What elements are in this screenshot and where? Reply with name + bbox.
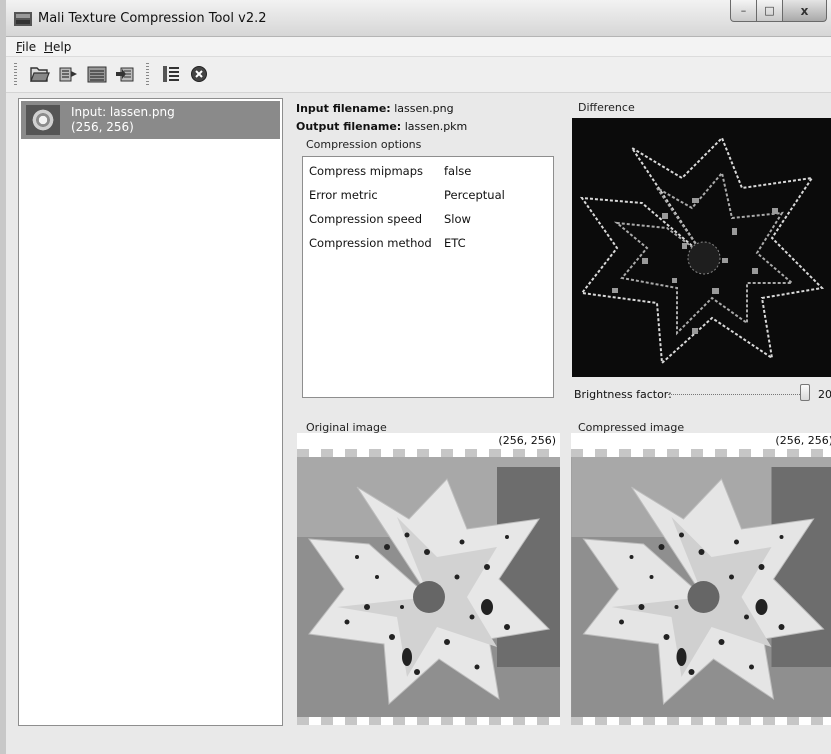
menu-help[interactable]: Help <box>44 40 71 54</box>
input-filename-label: Input filename: <box>296 102 391 115</box>
original-image <box>297 457 560 717</box>
input-filename-line: Input filename: lassen.png <box>296 102 454 115</box>
difference-title: Difference <box>576 101 637 114</box>
minimize-button[interactable]: – <box>730 0 757 22</box>
option-value-method[interactable]: ETC <box>444 236 466 250</box>
menu-file[interactable]: File <box>16 40 36 54</box>
option-name-method: Compression method <box>309 236 432 250</box>
menu-help-label: elp <box>53 40 72 54</box>
option-value-error-metric[interactable]: Perceptual <box>444 188 505 202</box>
list-settings-icon[interactable] <box>160 63 182 85</box>
menu-bar: File Help <box>6 37 831 57</box>
compression-options-title: Compression options <box>304 138 424 151</box>
title-bar[interactable]: Mali Texture Compression Tool v2.2 – □ x <box>6 0 831 37</box>
list-item[interactable]: Input: lassen.png (256, 256) <box>21 101 280 139</box>
checker-border-bottom <box>297 717 560 725</box>
checker-border-top <box>571 449 831 457</box>
checker-border-top <box>297 449 560 457</box>
list-item-name: Input: lassen.png <box>71 105 175 119</box>
thumbnail-image <box>26 105 60 135</box>
output-filename-line: Output filename: lassen.pkm <box>296 120 467 133</box>
output-filename-label: Output filename: <box>296 120 402 133</box>
brightness-slider[interactable] <box>668 394 808 395</box>
app-icon <box>14 12 32 26</box>
toolbar <box>6 57 831 93</box>
menu-file-label: ile <box>22 40 37 54</box>
window-title: Mali Texture Compression Tool v2.2 <box>38 11 267 26</box>
original-image-panel: (256, 256) <box>297 433 560 725</box>
maximize-button[interactable]: □ <box>757 0 783 22</box>
compression-options-table[interactable]: Compress mipmaps false Error metric Perc… <box>302 156 554 398</box>
compress-icon[interactable] <box>58 63 80 85</box>
brightness-slider-handle[interactable] <box>800 384 810 401</box>
toolbar-grip[interactable] <box>14 63 17 87</box>
original-image-size: (256, 256) <box>498 434 556 447</box>
toolbar-separator <box>146 63 149 87</box>
option-name-mipmaps: Compress mipmaps <box>309 164 423 178</box>
window-controls: – □ x <box>730 0 827 22</box>
output-filename-value: lassen.pkm <box>404 120 468 133</box>
menu-help-accel: H <box>44 40 54 54</box>
compressed-image-panel: (256, 256) <box>571 433 831 725</box>
option-value-mipmaps[interactable]: false <box>444 164 471 178</box>
brightness-label: Brightness factor: <box>574 388 672 401</box>
decompress-icon[interactable] <box>114 63 136 85</box>
remove-icon[interactable] <box>188 63 210 85</box>
option-name-speed: Compression speed <box>309 212 423 226</box>
compressed-image <box>571 457 831 717</box>
app-window: Mali Texture Compression Tool v2.2 – □ x… <box>0 0 831 754</box>
list-item-size: (256, 256) <box>71 120 134 134</box>
checker-border-bottom <box>571 717 831 725</box>
compressed-image-size: (256, 256) <box>775 434 831 447</box>
brightness-value: 20 <box>818 388 831 401</box>
option-name-error-metric: Error metric <box>309 188 378 202</box>
difference-image <box>572 118 831 377</box>
option-value-speed[interactable]: Slow <box>444 212 471 226</box>
input-filename-value: lassen.png <box>394 102 454 115</box>
compress-all-icon[interactable] <box>86 63 108 85</box>
open-file-icon[interactable] <box>28 63 50 85</box>
file-list[interactable]: Input: lassen.png (256, 256) <box>18 98 283 726</box>
close-button[interactable]: x <box>783 0 827 22</box>
